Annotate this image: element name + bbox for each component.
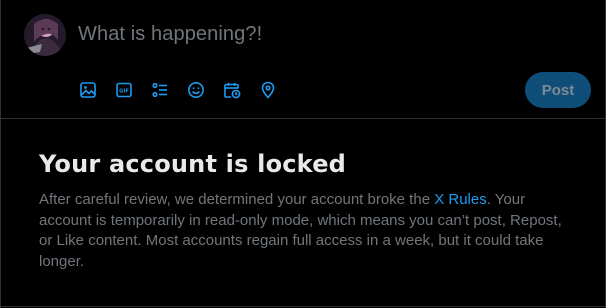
- avatar[interactable]: [24, 14, 66, 56]
- schedule-icon[interactable]: [222, 80, 242, 100]
- x-rules-link[interactable]: X Rules: [434, 191, 487, 208]
- emoji-icon[interactable]: [186, 80, 206, 100]
- image-icon[interactable]: [78, 80, 98, 100]
- notice-body: After careful review, we determined your…: [39, 190, 569, 272]
- divider: [1, 306, 605, 307]
- notice-title: Your account is locked: [39, 150, 347, 178]
- compose-input[interactable]: What is happening?!: [78, 23, 262, 46]
- account-locked-notice: Your account is locked After careful rev…: [39, 150, 569, 272]
- post-button[interactable]: Post: [525, 72, 591, 108]
- main-column: What is happening?! GIF Post Your accoun…: [0, 0, 606, 308]
- gif-icon[interactable]: GIF: [114, 80, 134, 100]
- poll-icon[interactable]: [150, 80, 170, 100]
- post-composer: What is happening?! GIF Post: [1, 0, 605, 119]
- location-icon[interactable]: [258, 80, 278, 100]
- svg-text:GIF: GIF: [119, 89, 129, 95]
- notice-body-text: After careful review, we determined your…: [39, 191, 435, 208]
- composer-toolbar: GIF: [78, 78, 294, 102]
